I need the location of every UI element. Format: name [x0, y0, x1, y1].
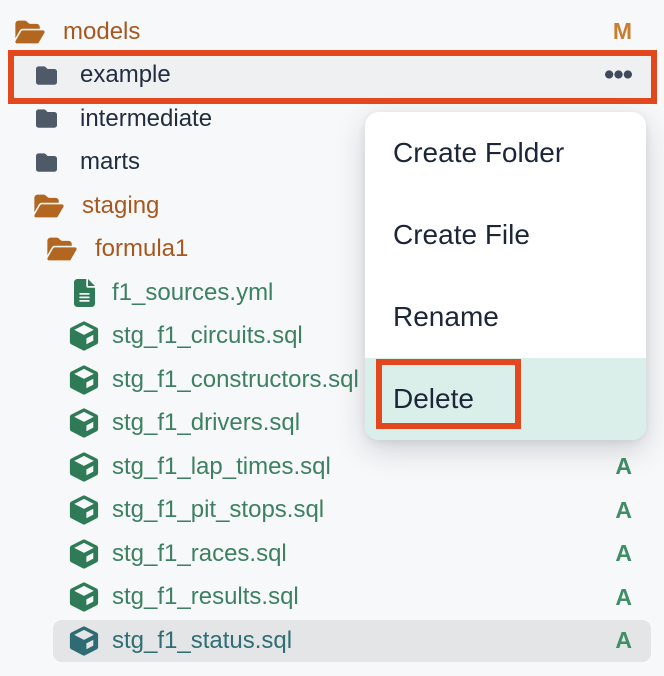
- file-doc-icon: [69, 279, 99, 307]
- tree-item-example[interactable]: example: [0, 54, 664, 98]
- model-cube-icon: [69, 408, 99, 438]
- file-label: stg_f1_drivers.sql: [112, 409, 300, 437]
- file-label: stg_f1_pit_stops.sql: [112, 496, 324, 524]
- folder-label: example: [80, 61, 171, 89]
- model-cube-icon: [69, 582, 99, 612]
- file-label: stg_f1_constructors.sql: [112, 366, 359, 394]
- menu-item-rename[interactable]: Rename: [365, 276, 646, 358]
- menu-item-create-file[interactable]: Create File: [365, 194, 646, 276]
- file-label: f1_sources.yml: [112, 279, 273, 307]
- file-label: stg_f1_circuits.sql: [112, 322, 303, 350]
- folder-label: models: [63, 18, 140, 46]
- status-badge: M: [613, 18, 632, 45]
- model-cube-icon: [69, 452, 99, 482]
- context-menu: Create Folder Create File Rename Delete: [365, 112, 646, 440]
- tree-item-stg-f1-results-sql[interactable]: stg_f1_results.sql A: [0, 576, 664, 620]
- tree-item-models[interactable]: models M: [0, 10, 664, 54]
- folder-open-icon: [14, 19, 46, 45]
- status-badge: A: [615, 453, 632, 480]
- model-cube-icon: [69, 321, 99, 351]
- folder-closed-icon: [33, 108, 59, 129]
- folder-closed-icon: [33, 65, 59, 86]
- model-cube-icon: [69, 539, 99, 569]
- menu-item-label: Create Folder: [393, 137, 564, 169]
- file-label: stg_f1_results.sql: [112, 583, 299, 611]
- model-cube-icon: [69, 626, 99, 656]
- folder-label: staging: [82, 192, 159, 220]
- model-cube-icon: [69, 365, 99, 395]
- file-label: stg_f1_races.sql: [112, 540, 287, 568]
- file-label: stg_f1_status.sql: [112, 627, 292, 655]
- folder-open-icon: [33, 193, 65, 219]
- status-badge: A: [615, 584, 632, 611]
- status-badge: A: [615, 540, 632, 567]
- folder-label: marts: [80, 148, 140, 176]
- tree-item-stg-f1-races-sql[interactable]: stg_f1_races.sql A: [0, 532, 664, 576]
- status-badge: A: [615, 497, 632, 524]
- status-badge: A: [615, 627, 632, 654]
- folder-closed-icon: [33, 152, 59, 173]
- ellipsis-icon: [605, 66, 632, 84]
- model-cube-icon: [69, 495, 99, 525]
- file-label: stg_f1_lap_times.sql: [112, 453, 331, 481]
- tree-item-stg-f1-status-sql[interactable]: stg_f1_status.sql A: [0, 619, 664, 663]
- row-actions-button[interactable]: [605, 66, 632, 84]
- folder-open-icon: [46, 236, 78, 262]
- menu-item-label: Create File: [393, 219, 530, 251]
- menu-item-label: Delete: [393, 383, 474, 415]
- menu-item-delete[interactable]: Delete: [365, 358, 646, 440]
- tree-item-stg-f1-pit-stops-sql[interactable]: stg_f1_pit_stops.sql A: [0, 489, 664, 533]
- folder-label: formula1: [95, 235, 188, 263]
- menu-item-label: Rename: [393, 301, 499, 333]
- tree-item-stg-f1-lap-times-sql[interactable]: stg_f1_lap_times.sql A: [0, 445, 664, 489]
- folder-label: intermediate: [80, 105, 212, 133]
- menu-item-create-folder[interactable]: Create Folder: [365, 112, 646, 194]
